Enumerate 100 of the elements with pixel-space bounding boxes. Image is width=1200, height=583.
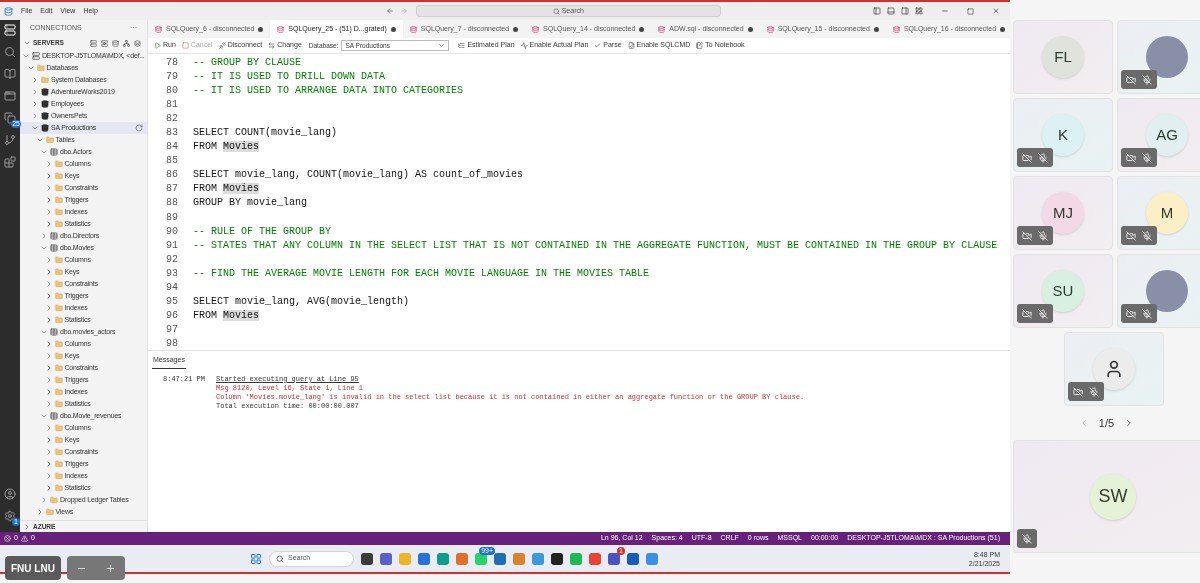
participant-tile[interactable]: MJ: [1013, 176, 1113, 250]
server-gear-icon[interactable]: [101, 39, 108, 47]
database-icon: [277, 25, 285, 33]
window-icon[interactable]: [4, 90, 16, 102]
avatar-initials: AG: [1156, 124, 1178, 145]
chevron-icon[interactable]: [31, 112, 39, 120]
code-line: SELECT movie_lang, AVG(movie_length): [193, 295, 410, 310]
chevron-icon[interactable]: [23, 39, 31, 47]
chevron-icon[interactable]: [35, 136, 44, 144]
participant-tile[interactable]: [1064, 332, 1164, 406]
pulse-icon: [520, 42, 528, 49]
chevron-icon[interactable]: [31, 124, 39, 132]
database-icon[interactable]: [112, 39, 119, 47]
server-icon[interactable]: [4, 24, 16, 36]
settings-icon[interactable]: [4, 510, 16, 522]
search-icon: [276, 554, 284, 563]
chevron-icon[interactable]: [40, 148, 48, 156]
database-icon: [892, 25, 900, 33]
database-icon: [532, 25, 540, 33]
database-icon: [409, 25, 417, 33]
chevron-icon[interactable]: [31, 88, 39, 96]
line-number: 98: [165, 337, 178, 350]
book-icon[interactable]: [4, 68, 16, 80]
panel-bottom-icon[interactable]: [887, 7, 895, 15]
folder-icon: [54, 364, 63, 372]
folder-icon: [54, 196, 63, 204]
folder-icon: [45, 508, 54, 516]
panel-right-icon[interactable]: [901, 7, 909, 15]
participant-tile[interactable]: [1117, 254, 1200, 328]
folder-icon: [54, 160, 63, 168]
folder-icon: [54, 376, 63, 384]
table-icon: [50, 148, 58, 156]
warning-icon[interactable]: [20, 535, 28, 542]
database-icon: [41, 88, 49, 96]
maximize-icon[interactable]: [967, 7, 974, 15]
zoom-in-icon[interactable]: [104, 562, 116, 574]
participant-tile[interactable]: AG: [1117, 98, 1200, 172]
code-line: SELECT COUNT(movie_lang): [193, 126, 338, 140]
participant-tile[interactable]: K: [1013, 98, 1113, 172]
folder-icon: [54, 316, 63, 324]
chevron-icon[interactable]: [40, 232, 48, 240]
photo-placeholder: [1146, 270, 1188, 312]
panel-left-icon[interactable]: [873, 7, 881, 15]
folder-icon: [54, 304, 63, 312]
search-icon[interactable]: [4, 46, 16, 58]
database-icon: [155, 25, 162, 33]
line-number: 93: [165, 266, 178, 281]
avatar-initials: FL: [1054, 46, 1072, 67]
avatar-initials: M: [1160, 202, 1174, 223]
line-number: 84: [165, 140, 178, 155]
avatar-initials: SU: [1052, 280, 1074, 301]
chevron-icon[interactable]: [22, 52, 30, 60]
chevron-icon[interactable]: [23, 522, 31, 531]
line-number: 95: [165, 295, 178, 310]
app-icon[interactable]: [361, 552, 373, 565]
code-comment: -- FIND THE AVERAGE MOVIE LENGTH FOR EACH MOVIE LANGUAGE IN THE MOVIES TABLE: [193, 266, 650, 281]
presenter-label: FNU LNU: [5, 556, 61, 580]
error-icon[interactable]: [4, 535, 11, 542]
folder-icon: [54, 352, 63, 360]
layout-icon[interactable]: [915, 7, 923, 15]
chevron-icon[interactable]: [40, 496, 48, 504]
refresh-icon[interactable]: [135, 124, 143, 132]
extensions-icon[interactable]: [4, 156, 16, 168]
code-line: FROM Movies: [193, 309, 260, 324]
folder-icon: [54, 436, 63, 444]
folder-icon: [54, 448, 63, 456]
folder-icon: [50, 496, 58, 504]
tree-icon: [458, 42, 466, 49]
close-icon[interactable]: [992, 7, 1000, 15]
code-comment: -- RULE OF THE GROUP BY: [193, 224, 332, 239]
participant-tile[interactable]: SW: [1013, 440, 1200, 553]
table-icon: [50, 232, 58, 240]
participant-tile[interactable]: FL: [1013, 20, 1113, 94]
folder-icon: [54, 280, 63, 288]
back-arrow-icon[interactable]: [385, 7, 394, 15]
minimize-icon[interactable]: [941, 7, 949, 15]
account-icon[interactable]: [4, 488, 16, 500]
chevron-icon[interactable]: [31, 76, 39, 84]
database-icon: [41, 112, 49, 120]
play-icon: [154, 42, 161, 49]
code-file-icon: [627, 42, 635, 49]
line-number: 89: [165, 210, 178, 225]
chevron-icon[interactable]: [26, 64, 35, 72]
line-number: 86: [165, 168, 178, 183]
chevron-icon[interactable]: [40, 412, 48, 420]
search-icon: [552, 7, 560, 15]
chevron-icon[interactable]: [40, 328, 48, 336]
line-number: 81: [165, 97, 178, 112]
network-icon[interactable]: [123, 39, 130, 47]
branch-icon[interactable]: [4, 134, 16, 146]
database-icon: [766, 25, 774, 33]
participant-tile[interactable]: M: [1117, 176, 1200, 250]
participant-tile[interactable]: SU: [1013, 254, 1113, 328]
app-icon[interactable]: [551, 552, 563, 565]
layers-icon[interactable]: [134, 39, 141, 47]
chevron-icon[interactable]: [31, 100, 39, 108]
participant-tile[interactable]: [1117, 20, 1200, 94]
code-comment: -- IT IS USED TO ARRANGE DATA INTO CATEGORIES: [193, 83, 464, 98]
chevron-icon[interactable]: [40, 244, 48, 252]
windows-logo-icon[interactable]: [250, 552, 262, 565]
